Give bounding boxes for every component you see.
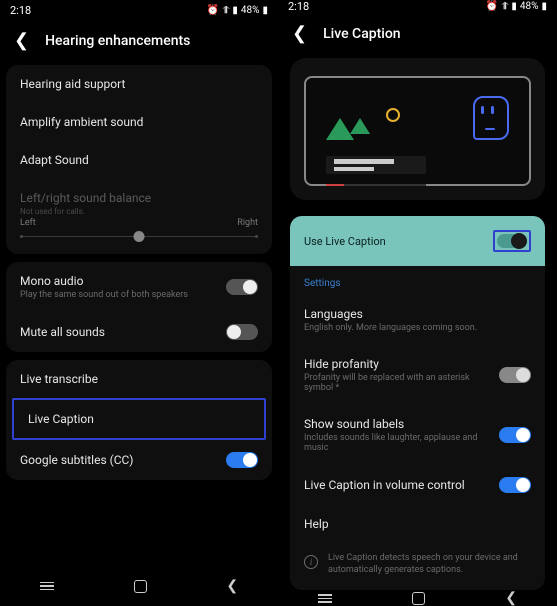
battery-icon: ▮ [262, 5, 268, 16]
live-caption-volume-toggle[interactable] [499, 477, 531, 493]
use-live-caption-toggle-highlight [493, 230, 531, 252]
wifi-icon: ⥣ [222, 5, 229, 16]
balance-slider-labels: Left Right [6, 218, 272, 228]
row-sound-balance: Left/right sound balance Not used for ca… [6, 179, 272, 218]
row-google-subtitles[interactable]: Google subtitles (CC) [6, 440, 272, 480]
settings-section: Settings Languages English only. More la… [290, 266, 545, 590]
nav-home-button[interactable] [412, 592, 425, 605]
progress-line-icon [326, 184, 426, 186]
section-audio: Mono audio Play the same sound out of bo… [6, 262, 272, 352]
use-live-caption-toggle[interactable] [497, 234, 527, 248]
section-captions: Live transcribe Live Caption Google subt… [6, 360, 272, 480]
signal-icon: ▮ [511, 1, 517, 12]
sun-icon [386, 108, 400, 122]
battery-percent: 48% [520, 1, 539, 12]
status-icons: ⏰ ⥣ ▮ 48% ▮ [207, 5, 268, 16]
section-hearing: Hearing aid support Amplify ambient soun… [6, 65, 272, 254]
alarm-icon: ⏰ [207, 5, 219, 16]
live-caption-screen: 2:18 ⏰ ⥣ ▮ 48% ▮ ❮ Live Caption Use Live… [278, 0, 557, 600]
use-live-caption-row[interactable]: Use Live Caption [290, 216, 545, 266]
nav-recent-button[interactable] [318, 594, 332, 603]
row-hearing-aid-support[interactable]: Hearing aid support [6, 65, 272, 103]
illustration-frame [304, 76, 531, 186]
info-row: i Live Caption detects speech on your de… [290, 543, 545, 586]
hearing-enhancements-screen: 2:18 ⏰ ⥣ ▮ 48% ▮ ❮ Hearing enhancements … [0, 0, 278, 600]
nav-back-button[interactable]: ❮ [505, 590, 517, 606]
balance-slider-thumb[interactable] [134, 231, 145, 242]
row-live-transcribe[interactable]: Live transcribe [6, 360, 272, 398]
content: Hearing aid support Amplify ambient soun… [0, 65, 278, 572]
row-adapt-sound[interactable]: Adapt Sound [6, 141, 272, 179]
alarm-icon: ⏰ [486, 1, 498, 12]
page-title: Hearing enhancements [45, 33, 190, 49]
info-text: Live Caption detects speech on your devi… [328, 553, 531, 576]
google-subtitles-toggle[interactable] [226, 452, 258, 468]
header: ❮ Hearing enhancements [0, 20, 278, 65]
status-icons: ⏰ ⥣ ▮ 48% ▮ [486, 1, 547, 12]
mountain-icon [350, 118, 378, 140]
info-icon: i [304, 555, 318, 569]
row-mono-audio[interactable]: Mono audio Play the same sound out of bo… [6, 262, 272, 312]
row-show-sound-labels[interactable]: Show sound labels Includes sounds like l… [290, 405, 545, 465]
row-mute-all-sounds[interactable]: Mute all sounds [6, 312, 272, 352]
nav-back-button[interactable]: ❮ [226, 578, 238, 594]
illustration-card [290, 58, 545, 200]
use-live-caption-label: Use Live Caption [304, 235, 386, 248]
row-live-caption[interactable]: Live Caption [12, 398, 266, 440]
status-bar: 2:18 ⏰ ⥣ ▮ 48% ▮ [278, 0, 557, 13]
caption-bar-icon [326, 156, 426, 174]
page-title: Live Caption [323, 26, 401, 42]
settings-header: Settings [290, 266, 545, 295]
row-hide-profanity[interactable]: Hide profanity Profanity will be replace… [290, 345, 545, 405]
back-button[interactable]: ❮ [292, 23, 307, 44]
nav-recent-button[interactable] [40, 582, 54, 591]
row-help[interactable]: Help [290, 505, 545, 543]
nav-bar: ❮ [0, 572, 278, 600]
mono-audio-toggle[interactable] [226, 279, 258, 295]
signal-icon: ▮ [232, 5, 238, 16]
row-live-caption-volume-control[interactable]: Live Caption in volume control [290, 465, 545, 505]
balance-left-label: Left [20, 218, 36, 228]
balance-right-label: Right [237, 218, 258, 228]
balance-slider[interactable] [20, 230, 258, 244]
wifi-icon: ⥣ [501, 1, 508, 12]
status-time: 2:18 [10, 4, 31, 17]
hide-profanity-toggle[interactable] [499, 367, 531, 383]
row-amplify-ambient-sound[interactable]: Amplify ambient sound [6, 103, 272, 141]
row-languages[interactable]: Languages English only. More languages c… [290, 295, 545, 345]
battery-icon: ▮ [541, 1, 547, 12]
show-sound-labels-toggle[interactable] [499, 427, 531, 443]
status-bar: 2:18 ⏰ ⥣ ▮ 48% ▮ [0, 0, 278, 20]
back-button[interactable]: ❮ [14, 30, 29, 51]
battery-percent: 48% [241, 5, 260, 16]
face-icon [473, 96, 509, 140]
nav-home-button[interactable] [134, 580, 147, 593]
mute-all-sounds-toggle[interactable] [226, 324, 258, 340]
nav-bar: ❮ [278, 590, 557, 606]
status-time: 2:18 [288, 0, 309, 13]
header: ❮ Live Caption [278, 13, 557, 58]
